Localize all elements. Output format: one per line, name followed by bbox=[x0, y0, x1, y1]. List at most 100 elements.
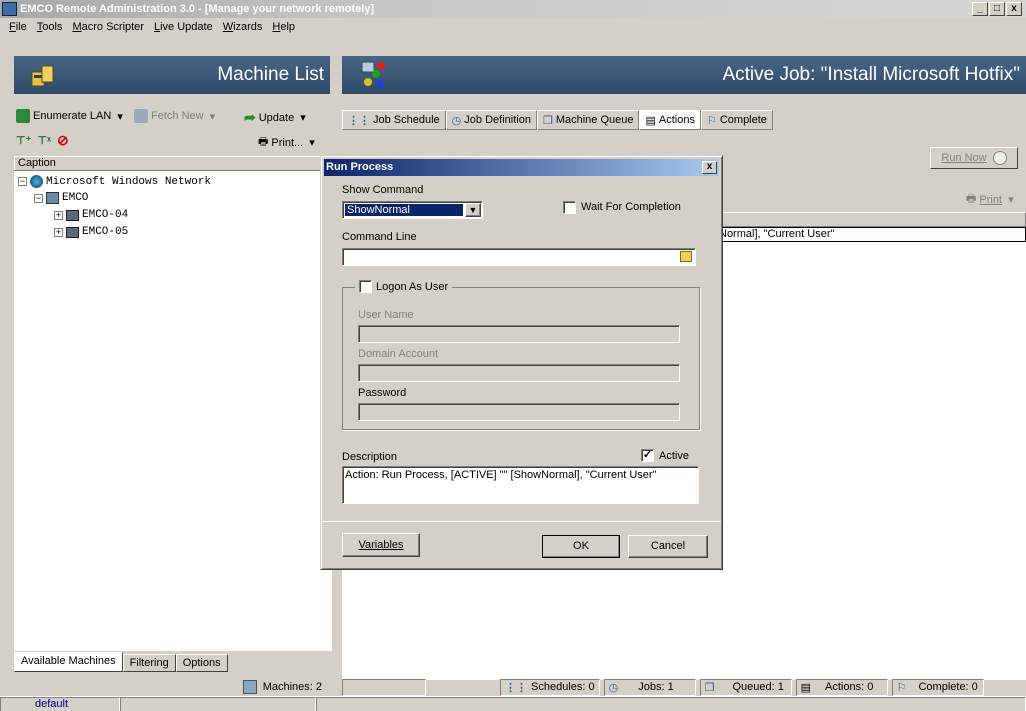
menu-help[interactable]: Help bbox=[267, 21, 300, 33]
tab-options[interactable]: Options bbox=[175, 654, 228, 672]
machine-tree[interactable]: − Microsoft Windows Network − EMCO + EMC… bbox=[14, 171, 332, 651]
tree-node-label: EMCO-05 bbox=[82, 226, 129, 238]
actions-column-header[interactable] bbox=[716, 212, 1026, 227]
enumerate-icon bbox=[16, 109, 30, 123]
status-label: Complete: 0 bbox=[918, 681, 978, 693]
logon-as-user-row: Logon As User bbox=[355, 280, 453, 293]
description-label: Description bbox=[342, 451, 398, 463]
status-cell-3 bbox=[316, 697, 1026, 711]
active-label: Active bbox=[659, 450, 689, 462]
user-name-input[interactable] bbox=[358, 325, 680, 343]
menu-live-update[interactable]: Live Update bbox=[149, 21, 218, 33]
collapse-icon[interactable]: − bbox=[34, 193, 43, 203]
schedule-icon: ⋮⋮ bbox=[348, 114, 370, 127]
tab-machine-queue[interactable]: ❐ Machine Queue bbox=[536, 110, 640, 130]
dropdown-arrow-icon: ▾ bbox=[1005, 194, 1014, 206]
status-actions: ▤ Actions: 0 bbox=[795, 678, 888, 696]
tree-node-label: EMCO bbox=[62, 192, 89, 204]
tab-job-definition[interactable]: ◷ Job Definition bbox=[445, 110, 537, 130]
tree-node-emco-05[interactable]: + EMCO-05 bbox=[54, 226, 128, 238]
active-job-title: Active Job: "Install Microsoft Hotfix" bbox=[722, 64, 1020, 85]
tab-job-schedule[interactable]: ⋮⋮ Job Schedule bbox=[342, 110, 446, 130]
tab-complete[interactable]: ⚐ Complete bbox=[700, 110, 773, 130]
menu-tools[interactable]: Tools bbox=[32, 21, 68, 33]
machines-icon bbox=[242, 680, 257, 694]
command-line-input[interactable] bbox=[342, 248, 696, 266]
expand-icon[interactable]: + bbox=[54, 210, 63, 220]
machine-list-icon bbox=[31, 65, 54, 87]
tree-node-emco[interactable]: − EMCO bbox=[34, 192, 88, 204]
domain-account-label: Domain Account bbox=[358, 348, 439, 360]
chevron-down-icon[interactable]: ▼ bbox=[465, 203, 481, 217]
action-row[interactable]: Normal], "Current User" bbox=[716, 227, 1026, 242]
action-row-text: Normal], "Current User" bbox=[719, 228, 835, 240]
show-command-select[interactable]: ShowNormal ▼ bbox=[342, 201, 483, 219]
stop-icon[interactable]: ⊘ bbox=[57, 132, 69, 149]
wait-for-completion-checkbox[interactable] bbox=[563, 201, 576, 214]
network-globe-icon bbox=[30, 175, 43, 188]
variables-button[interactable]: Variables bbox=[342, 533, 420, 557]
description-value: Action: Run Process, [ACTIVE] "" [ShowNo… bbox=[345, 469, 657, 481]
clock-icon: ◷ bbox=[608, 681, 619, 694]
remove-node-icon[interactable]: ⊤ˣ bbox=[37, 134, 51, 147]
close-button[interactable]: x bbox=[1006, 2, 1022, 16]
print-button-left[interactable]: 🖶 Print... ▾ bbox=[258, 133, 315, 152]
maximize-button[interactable]: □ bbox=[989, 2, 1005, 16]
run-process-dialog: Run Process x Show Command ShowNormal ▼ … bbox=[320, 155, 723, 570]
status-jobs: ◷ Jobs: 1 bbox=[603, 678, 696, 696]
enumerate-lan-button[interactable]: Enumerate LAN ▾ bbox=[16, 109, 123, 123]
active-checkbox[interactable]: ✓ bbox=[641, 449, 654, 462]
logon-as-user-checkbox[interactable] bbox=[359, 280, 372, 293]
dialog-close-button[interactable]: x bbox=[702, 161, 717, 174]
cancel-button[interactable]: Cancel bbox=[628, 535, 708, 558]
status-schedules: ⋮⋮ Schedules: 0 bbox=[500, 678, 600, 696]
computer-icon bbox=[66, 209, 79, 221]
browse-folder-icon[interactable] bbox=[680, 251, 692, 262]
print-label: Print... bbox=[271, 136, 304, 149]
tree-node-label: EMCO-04 bbox=[82, 209, 129, 221]
add-node-icon[interactable]: ⊤⁺ bbox=[16, 134, 31, 147]
tab-available-machines[interactable]: Available Machines bbox=[14, 652, 123, 672]
caption-column-header[interactable]: Caption bbox=[14, 156, 332, 171]
job-tabs: ⋮⋮ Job Schedule ◷ Job Definition ❐ Machine … bbox=[342, 108, 1026, 130]
machine-list-title: Machine List bbox=[217, 64, 324, 85]
fetch-new-button[interactable]: Fetch New ▾ bbox=[134, 109, 215, 123]
print-button-right[interactable]: 🖶 Print ▾ bbox=[966, 190, 1014, 209]
user-name-label: User Name bbox=[358, 309, 414, 321]
tab-filtering[interactable]: Filtering bbox=[122, 654, 176, 672]
left-status: Machines: 2 bbox=[14, 678, 332, 696]
bottom-status-bar: default bbox=[0, 696, 1026, 711]
show-command-label: Show Command bbox=[342, 184, 424, 196]
fetch-icon bbox=[134, 109, 148, 123]
variables-label: Variables bbox=[358, 539, 404, 551]
menu-wizards[interactable]: Wizards bbox=[218, 21, 268, 33]
minimize-button[interactable]: _ bbox=[972, 2, 988, 16]
tab-label: Job Definition bbox=[464, 114, 531, 126]
ok-button[interactable]: OK bbox=[542, 535, 620, 558]
update-button[interactable]: ➦ Update ▾ bbox=[244, 109, 306, 126]
expand-icon[interactable]: + bbox=[54, 227, 63, 237]
machines-count: Machines: 2 bbox=[262, 681, 322, 693]
tab-label: Actions bbox=[658, 114, 695, 126]
tree-node-network[interactable]: − Microsoft Windows Network bbox=[18, 175, 211, 188]
run-now-label: Run Now bbox=[941, 152, 987, 164]
menu-macro-scripter[interactable]: Macro Scripter bbox=[67, 21, 149, 33]
tree-node-emco-04[interactable]: + EMCO-04 bbox=[54, 209, 128, 221]
fetch-label: Fetch New bbox=[151, 110, 204, 122]
wait-for-completion-label: Wait For Completion bbox=[581, 201, 681, 213]
command-line-label: Command Line bbox=[342, 231, 417, 243]
description-textarea[interactable]: Action: Run Process, [ACTIVE] "" [ShowNo… bbox=[342, 466, 699, 504]
status-label: Queued: 1 bbox=[732, 681, 784, 693]
menu-file[interactable]: File bbox=[4, 21, 32, 33]
dropdown-arrow-icon: ▾ bbox=[297, 112, 306, 124]
run-now-button[interactable]: Run Now bbox=[930, 147, 1018, 169]
password-input[interactable] bbox=[358, 403, 680, 421]
domain-account-input[interactable] bbox=[358, 364, 680, 382]
actions-icon: ▤ bbox=[645, 114, 656, 127]
tab-label: Machine Queue bbox=[555, 114, 634, 126]
menu-bar: File Tools Macro Scripter Live Update Wi… bbox=[0, 18, 1026, 36]
collapse-icon[interactable]: − bbox=[18, 177, 27, 186]
job-icon bbox=[361, 61, 385, 88]
status-label: Jobs: 1 bbox=[638, 681, 674, 693]
tab-actions[interactable]: ▤ Actions bbox=[639, 110, 701, 130]
